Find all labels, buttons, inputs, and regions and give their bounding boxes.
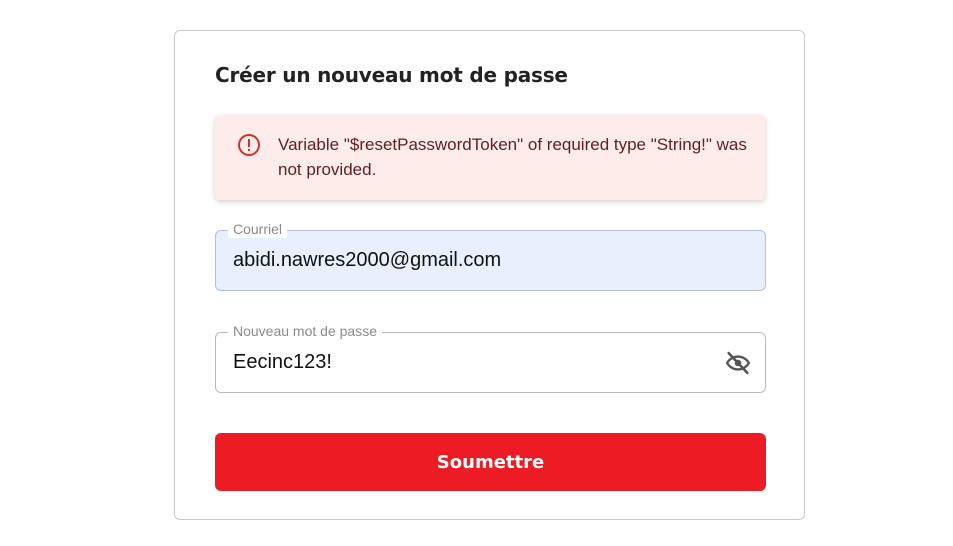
reset-password-card: Créer un nouveau mot de passe Variable "…	[174, 30, 805, 520]
email-field[interactable]: Courriel abidi.nawres2000@gmail.com	[215, 220, 766, 291]
error-alert: Variable "$resetPasswordToken" of requir…	[215, 115, 765, 200]
password-label: Nouveau mot de passe	[228, 322, 382, 340]
eye-off-icon[interactable]	[723, 349, 753, 377]
error-message: Variable "$resetPasswordToken" of requir…	[278, 135, 747, 179]
email-input[interactable]: abidi.nawres2000@gmail.com	[233, 248, 501, 272]
password-input[interactable]: Eecinc123!	[233, 350, 332, 374]
submit-button[interactable]: Soumettre	[215, 433, 766, 491]
form-title: Créer un nouveau mot de passe	[215, 63, 568, 87]
error-outline-icon	[238, 134, 260, 156]
email-label: Courriel	[228, 220, 288, 238]
password-field[interactable]: Nouveau mot de passe Eecinc123!	[215, 322, 766, 393]
